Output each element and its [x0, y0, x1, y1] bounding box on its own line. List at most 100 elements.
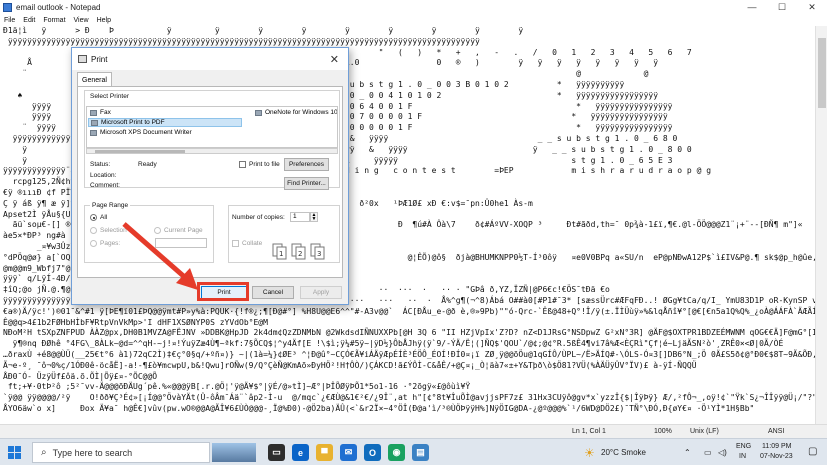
comment-label: Comment:: [90, 182, 120, 189]
apply-button[interactable]: Apply: [300, 286, 342, 299]
taskbar: ⌕ Type here to search ▭ e ▀ ✉ O ◉ ▤ ☀ 20…: [0, 438, 827, 465]
menu-bar: File Edit Format View Help: [0, 14, 827, 26]
printer-item-label: Microsoft Print to PDF: [101, 119, 165, 126]
windows-start-icon[interactable]: [8, 446, 21, 459]
editor-line: …ðraxÙ +é8@@ÙÜ(__25€t°6 à1)72qC2Ì)‡€ç°0§…: [3, 349, 815, 359]
notepad-taskbar-icon[interactable]: ▤: [412, 444, 429, 461]
fax-printer-icon: [90, 109, 97, 116]
print-to-file-label: Print to file: [249, 161, 280, 168]
network-icon[interactable]: ▭: [704, 448, 712, 457]
taskbar-search[interactable]: ⌕ Type here to search: [32, 442, 210, 463]
editor-line: Ð1ä¦ì ÿ > Ð Þ ÿ ÿ ÿ ÿ ÿ ÿ ÿ ÿ ÿ: [3, 26, 524, 35]
svg-text:3: 3: [317, 250, 321, 258]
menu-file[interactable]: File: [4, 17, 15, 24]
search-placeholder: Type here to search: [52, 447, 133, 458]
collate-pages-icon: 1 2 3: [272, 243, 325, 260]
editor-line: ÿ¶®nq ÐØhê °4FG\_8ÀLk~@d=^^qH-~j!¤!ÝuÿZæ…: [3, 339, 784, 349]
task-view-icon[interactable]: ▭: [268, 444, 285, 461]
status-value: Ready: [138, 161, 157, 168]
editor-line: ft;+¥·0tÞ²ô ;5²¯vv-Ä@@@õÐÄUg´pê.%«@@@ÿB[…: [3, 382, 471, 392]
print-dialog: Print ✕ General Select Printer Fax Micro…: [71, 47, 349, 305]
mail-icon[interactable]: ✉: [340, 444, 357, 461]
maximize-button[interactable]: ☐: [767, 2, 797, 13]
search-highlight-image: [212, 443, 256, 462]
window-title: email outlook - Notepad: [16, 2, 101, 12]
tray-arrow-icon[interactable]: ⌃: [684, 448, 691, 457]
printer-item-label: Microsoft XPS Document Writer: [100, 129, 192, 136]
encoding: ANSI: [768, 428, 785, 435]
outlook-icon[interactable]: O: [364, 444, 381, 461]
pages-input[interactable]: [155, 238, 207, 248]
printer-item-label: OneNote for Windows 10: [265, 109, 338, 116]
status-label: Status:: [90, 161, 111, 168]
cancel-button[interactable]: Cancel: [252, 286, 294, 299]
zoom-level: 100%: [654, 428, 672, 435]
tab-general[interactable]: General: [77, 72, 112, 87]
location-label: Location:: [90, 172, 117, 179]
scrollbar-thumb[interactable]: [95, 150, 185, 153]
range-selection-label: Selection: [100, 227, 127, 234]
svg-text:1: 1: [279, 250, 283, 258]
svg-text:2: 2: [298, 250, 302, 258]
copies-label: Number of copies:: [232, 214, 285, 221]
menu-view[interactable]: View: [74, 17, 89, 24]
editor-line: Ê@@q>4£1b2FØHbHÌbF¥RtpVnVkMp>'I dHF1XSØN…: [3, 317, 268, 327]
line-ending: Unix (LF): [690, 428, 719, 435]
range-current-radio[interactable]: [154, 227, 161, 234]
chrome-icon[interactable]: ◉: [388, 444, 405, 461]
range-pages-radio[interactable]: [90, 240, 97, 247]
preferences-button[interactable]: Preferences: [284, 158, 329, 171]
printer-item-xps[interactable]: Microsoft XPS Document Writer: [90, 129, 192, 136]
status-bar: Ln 1, Col 1 100% Unix (LF) ANSI: [0, 424, 827, 438]
printer-item-fax[interactable]: Fax: [90, 109, 111, 116]
editor-line: `ÿ@@ ÿÿ@@@@/²ÿ O!ðð¥Ç³É¢»[¡Í@@°ÖvàYÄt(Û-…: [3, 393, 815, 403]
volume-icon[interactable]: ◁): [718, 448, 727, 457]
notification-icon[interactable]: ▢: [808, 446, 817, 457]
dialog-close-icon[interactable]: ✕: [330, 53, 339, 66]
clock-date[interactable]: 07-Nov-23: [760, 453, 793, 460]
collate-checkbox[interactable]: [232, 240, 239, 247]
search-icon: ⌕: [41, 447, 47, 458]
xps-printer-icon: [90, 129, 97, 136]
onenote-printer-icon: [255, 109, 262, 116]
printer-item-pdf[interactable]: Microsoft Print to PDF: [88, 118, 242, 127]
page-range-label: Page Range: [90, 202, 131, 209]
cursor-position: Ln 1, Col 1: [572, 428, 606, 435]
dialog-title: Print: [91, 54, 108, 64]
print-button-highlight: [197, 282, 249, 301]
printer-item-onenote[interactable]: OneNote for Windows 10: [255, 109, 338, 116]
range-all-label: All: [100, 214, 108, 221]
print-to-file-checkbox[interactable]: [239, 161, 246, 168]
scrollbar-thumb[interactable]: [818, 38, 826, 108]
editor-line: NÐoM²H tSXpZNFPUD ÀÀZ@px,DH0B1MVZA@FËJNV…: [3, 328, 815, 338]
notepad-icon: [3, 2, 12, 12]
printer-list-scrollbar[interactable]: [86, 148, 338, 154]
range-current-label: Current Page: [164, 227, 203, 234]
menu-edit[interactable]: Edit: [23, 17, 35, 24]
editor-line: ÅYO6äw`o x] Ðox Ä¥a¯ h@Ê€]vûv(pw.wO®@@A@…: [3, 403, 755, 413]
weather-icon: ☀: [584, 446, 595, 460]
copies-stepper[interactable]: ▲ ▼: [310, 212, 318, 222]
region-indicator[interactable]: IN: [739, 453, 746, 460]
copies-input[interactable]: 1: [290, 212, 310, 222]
weather-text[interactable]: 20°C Smoke: [601, 448, 646, 457]
editor-line: ÿÿÿÿÿÿÿÿÿÿÿÿÿÿÿÿÿÿÿÿÿÿÿÿÿÿÿÿÿÿÿÿÿÿÿÿÿÿÿÿ…: [3, 36, 480, 46]
range-selection-radio[interactable]: [90, 227, 97, 234]
language-indicator[interactable]: ENG: [736, 443, 751, 450]
minimize-button[interactable]: —: [737, 2, 767, 13]
find-printer-button[interactable]: Find Printer...: [284, 177, 329, 190]
range-all-radio[interactable]: [90, 214, 97, 221]
printer-icon: [78, 55, 87, 63]
window-titlebar: email outlook - Notepad — ☐ ✕: [0, 0, 827, 14]
clock-time[interactable]: 11:09 PM: [762, 443, 791, 450]
vertical-scrollbar[interactable]: [815, 26, 827, 424]
select-printer-label: Select Printer: [90, 93, 130, 100]
edge-icon[interactable]: e: [292, 444, 309, 461]
printer-list[interactable]: Fax Microsoft Print to PDF Microsoft XPS…: [86, 106, 338, 148]
menu-format[interactable]: Format: [43, 17, 65, 24]
close-window-button[interactable]: ✕: [797, 2, 827, 13]
menu-help[interactable]: Help: [97, 17, 111, 24]
file-explorer-icon[interactable]: ▀: [316, 444, 333, 461]
dialog-titlebar: Print ✕: [72, 48, 348, 70]
pdf-printer-icon: [91, 119, 98, 126]
